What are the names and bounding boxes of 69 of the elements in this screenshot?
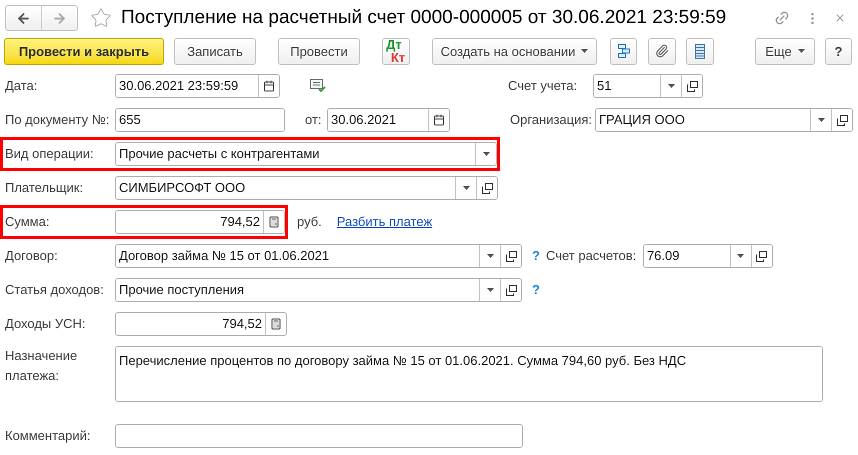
structure-button[interactable]	[610, 38, 637, 64]
forward-arrow-icon	[52, 10, 67, 26]
toolbar-button[interactable]: Провести	[278, 38, 360, 64]
caret-icon	[668, 84, 674, 88]
field-label: Доходы УСН:	[5, 315, 87, 334]
list-icon	[695, 44, 705, 58]
caret-icon	[482, 152, 490, 156]
open-icon	[506, 284, 516, 296]
caret-icon	[798, 49, 805, 53]
hierarchy-icon	[616, 44, 630, 58]
comment-field[interactable]	[115, 424, 523, 448]
document-number-field[interactable]: 655	[115, 108, 285, 132]
contract-field[interactable]: Договор займа № 15 от 01.06.2021	[115, 244, 522, 268]
document-date-field[interactable]: 30.06.2021	[327, 108, 450, 132]
organization-field[interactable]: ГРАЦИЯ ООО	[595, 108, 853, 132]
caret-icon	[581, 49, 588, 53]
calendar-icon	[433, 114, 445, 126]
list-button[interactable]	[686, 38, 714, 64]
split-payment-link[interactable]: Разбить платеж	[336, 212, 432, 232]
caret-icon	[737, 254, 744, 258]
settlement-account-field[interactable]: 76.09	[642, 244, 773, 268]
field-label: Договор:	[5, 247, 59, 266]
window-title: Поступление на расчетный счет 0000-000005 от 30.06.2021 23:59:59	[121, 6, 726, 30]
post-and-close-button[interactable]: Провести и закрыть	[4, 38, 164, 64]
amount-field[interactable]: 794,52	[115, 210, 285, 234]
currency-label: руб.	[297, 213, 322, 232]
operation-type-field[interactable]: Прочие расчеты с контрагентами	[115, 142, 497, 166]
payment-purpose-field[interactable]: Перечисление процентов по договору займа № 15 от 01.06.2021. Сумма 794,60 руб. Без НДС	[115, 346, 823, 402]
caret-icon	[462, 186, 470, 190]
open-icon	[482, 182, 492, 194]
paperclip-icon	[655, 44, 669, 58]
document-check-icon[interactable]	[310, 79, 326, 93]
field-label: от:	[305, 111, 323, 130]
field-label: По документу №:	[5, 111, 110, 130]
caret-icon	[818, 118, 824, 122]
help-link[interactable]: ?	[532, 246, 540, 266]
close-icon[interactable]	[834, 12, 846, 24]
date-field[interactable]: 30.06.2021 23:59:59	[115, 74, 280, 98]
star-icon[interactable]	[90, 7, 112, 29]
caret-icon	[486, 288, 494, 292]
toolbar-button[interactable]: ?	[825, 38, 852, 64]
field-label: Плательщик:	[5, 179, 84, 198]
open-icon	[686, 80, 698, 92]
field-label: Дата:	[5, 77, 38, 96]
attach-button[interactable]	[648, 38, 676, 64]
open-icon	[756, 250, 768, 262]
caret-icon	[486, 254, 494, 258]
help-link[interactable]: ?	[532, 280, 540, 300]
menu-button[interactable]: Еще	[755, 38, 815, 64]
field-label: Счет расчетов:	[546, 247, 638, 266]
usn-income-field[interactable]: 794,52	[115, 312, 287, 336]
calculator-icon	[268, 216, 280, 228]
field-label: Организация:	[510, 111, 594, 130]
calendar-icon	[263, 80, 275, 92]
income-item-field[interactable]: Прочие поступления	[115, 278, 522, 302]
calculator-icon	[270, 318, 282, 330]
field-label: Назначение платежа:	[5, 347, 78, 384]
field-label: Статья доходов:	[5, 281, 105, 300]
field-label: Вид операции:	[5, 145, 95, 164]
debit-credit-button[interactable]: Дт Кт	[382, 38, 410, 64]
open-icon	[506, 250, 516, 262]
toolbar-button[interactable]: Записать	[174, 38, 256, 64]
field-label: Комментарий:	[5, 427, 92, 446]
payer-field[interactable]: СИМБИРСОФТ ООО	[115, 176, 498, 200]
menu-button[interactable]: Создать на основании	[432, 38, 597, 64]
field-label: Сумма:	[5, 213, 50, 232]
account-field[interactable]: 51	[593, 74, 703, 98]
open-icon	[836, 114, 848, 126]
field-label: Счет учета:	[508, 77, 578, 96]
